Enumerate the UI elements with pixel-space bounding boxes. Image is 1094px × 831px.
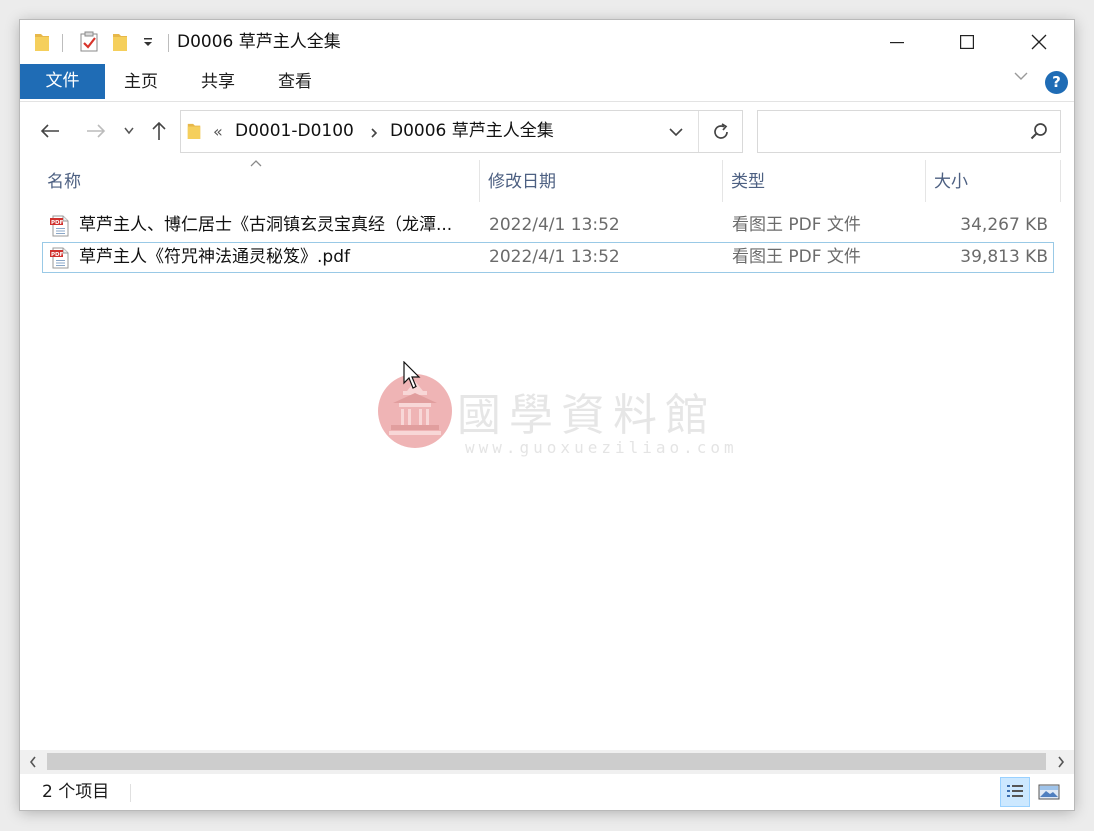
file-row-selected[interactable]: PDF 草芦主人《符咒神法通灵秘笈》.pdf 2022/4/1 13:52 看图… <box>42 242 1054 273</box>
column-separator[interactable] <box>1060 160 1061 202</box>
column-separator[interactable] <box>722 160 723 202</box>
search-input[interactable] <box>757 110 1061 153</box>
quick-access-separator <box>62 34 63 52</box>
back-arrow-icon <box>40 124 59 138</box>
svg-text:PDF: PDF <box>51 220 64 226</box>
title-bar: D0006 草芦主人全集 <box>20 20 1074 64</box>
tab-home[interactable]: 主页 <box>124 64 158 101</box>
breadcrumb-item-current[interactable]: D0006 草芦主人全集 <box>390 111 554 152</box>
scroll-left-chevron-icon[interactable] <box>20 750 46 774</box>
file-type: 看图王 PDF 文件 <box>732 247 861 267</box>
folder-icon[interactable] <box>30 20 54 64</box>
up-arrow-icon <box>152 121 166 140</box>
title-separator <box>168 34 169 52</box>
breadcrumb-separator-chevron-icon[interactable] <box>370 111 378 152</box>
maximize-icon <box>960 35 974 49</box>
forward-button[interactable] <box>82 116 110 146</box>
file-name: 草芦主人、博仁居士《古洞镇玄灵宝真经（龙潭... <box>79 215 453 235</box>
tab-file[interactable]: 文件 <box>20 64 105 99</box>
folder-icon <box>186 121 202 145</box>
sort-ascending-icon <box>250 156 262 171</box>
ribbon-tabs: 文件 主页 共享 查看 ? <box>20 64 1074 102</box>
close-button[interactable] <box>1004 20 1074 64</box>
file-name: 草芦主人《符咒神法通灵秘笈》.pdf <box>79 247 350 267</box>
address-bar[interactable]: « D0001-D0100 D0006 草芦主人全集 <box>180 110 743 153</box>
file-explorer-window: D0006 草芦主人全集 文件 主页 共享 查看 ? « D0001-D0100… <box>20 20 1074 810</box>
pdf-file-icon: PDF <box>50 215 69 237</box>
minimize-icon <box>890 42 904 44</box>
help-button[interactable]: ? <box>1045 71 1068 94</box>
status-bar: 2 个项目 <box>20 774 1074 810</box>
horizontal-scrollbar[interactable] <box>20 750 1074 774</box>
close-icon <box>1031 34 1047 50</box>
properties-check-icon[interactable] <box>76 20 102 64</box>
column-header-name[interactable]: 名称 <box>47 162 81 202</box>
large-icons-view-icon <box>1038 784 1060 800</box>
file-modified: 2022/4/1 13:52 <box>489 247 620 267</box>
new-folder-icon[interactable] <box>108 20 132 64</box>
file-row[interactable]: PDF 草芦主人、博仁居士《古洞镇玄灵宝真经（龙潭... 2022/4/1 13… <box>42 210 1054 241</box>
details-view-button[interactable] <box>1000 777 1030 807</box>
details-view-icon <box>1007 785 1023 797</box>
column-header-modified[interactable]: 修改日期 <box>488 162 556 202</box>
tab-view[interactable]: 查看 <box>278 64 312 101</box>
mouse-cursor-icon <box>403 361 421 389</box>
watermark: 國學資料館 www.guoxueziliao.com <box>377 373 737 483</box>
expand-ribbon-chevron-icon[interactable] <box>1013 68 1029 89</box>
pdf-file-icon: PDF <box>50 247 69 269</box>
large-icons-view-button[interactable] <box>1034 777 1064 807</box>
recent-locations-button[interactable] <box>120 116 138 146</box>
chevron-down-icon <box>124 127 134 135</box>
file-type: 看图王 PDF 文件 <box>732 215 861 235</box>
watermark-url: www.guoxueziliao.com <box>465 438 738 457</box>
back-button[interactable] <box>36 116 64 146</box>
scrollbar-thumb[interactable] <box>47 753 1046 770</box>
svg-text:PDF: PDF <box>51 252 64 258</box>
status-separator <box>130 784 131 802</box>
scroll-right-chevron-icon[interactable] <box>1048 750 1074 774</box>
column-separator[interactable] <box>479 160 480 202</box>
forward-arrow-icon <box>87 124 106 138</box>
maximize-button[interactable] <box>932 20 1002 64</box>
breadcrumb-overflow[interactable]: « <box>213 111 223 152</box>
column-header-size[interactable]: 大小 <box>934 162 968 202</box>
address-history-dropdown-icon[interactable] <box>668 124 684 143</box>
file-size: 39,813 KB <box>960 247 1048 267</box>
window-title: D0006 草芦主人全集 <box>177 32 341 52</box>
watermark-title: 國學資料館 <box>457 390 717 441</box>
item-count: 2 个项目 <box>42 782 110 802</box>
tab-share[interactable]: 共享 <box>201 64 235 101</box>
minimize-button[interactable] <box>862 20 932 64</box>
file-modified: 2022/4/1 13:52 <box>489 215 620 235</box>
refresh-icon[interactable] <box>711 122 731 146</box>
column-header-type[interactable]: 类型 <box>731 162 765 202</box>
navigation-bar: « D0001-D0100 D0006 草芦主人全集 <box>20 102 1074 159</box>
customize-dropdown-icon[interactable] <box>138 20 158 64</box>
up-button[interactable] <box>147 116 171 146</box>
search-icon <box>1030 122 1048 144</box>
file-size: 34,267 KB <box>960 215 1048 235</box>
address-divider <box>698 111 699 152</box>
breadcrumb-item-parent[interactable]: D0001-D0100 <box>235 111 354 152</box>
column-separator[interactable] <box>925 160 926 202</box>
